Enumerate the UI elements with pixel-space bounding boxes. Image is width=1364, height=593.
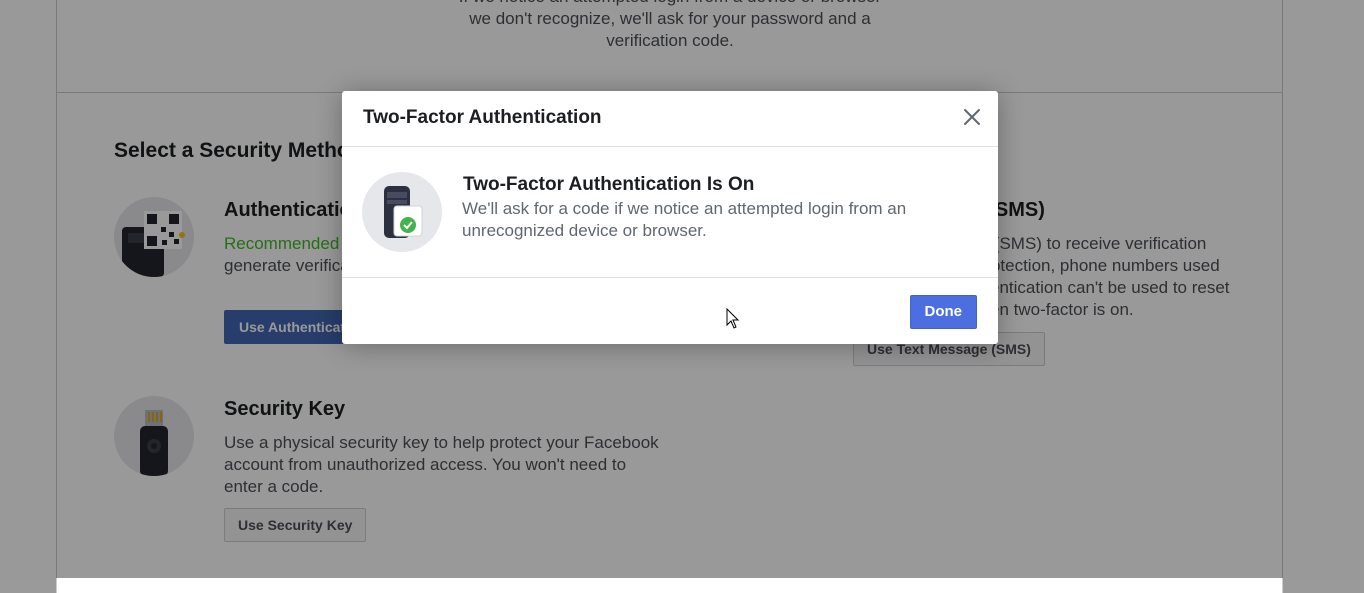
- dialog-body: Two-Factor Authentication Is On We'll as…: [342, 147, 998, 278]
- mouse-cursor-icon: [726, 307, 740, 330]
- two-factor-dialog: Two-Factor Authentication Two-Factor Aut…: [342, 91, 998, 344]
- close-icon[interactable]: [960, 105, 984, 129]
- status-text: We'll ask for a code if we notice an att…: [462, 199, 907, 240]
- done-button[interactable]: Done: [909, 295, 977, 329]
- dialog-header: Two-Factor Authentication: [342, 91, 998, 147]
- phone-check-icon: [362, 172, 442, 252]
- dialog-title: Two-Factor Authentication: [363, 107, 602, 128]
- status-title: Two-Factor Authentication Is On: [463, 174, 755, 195]
